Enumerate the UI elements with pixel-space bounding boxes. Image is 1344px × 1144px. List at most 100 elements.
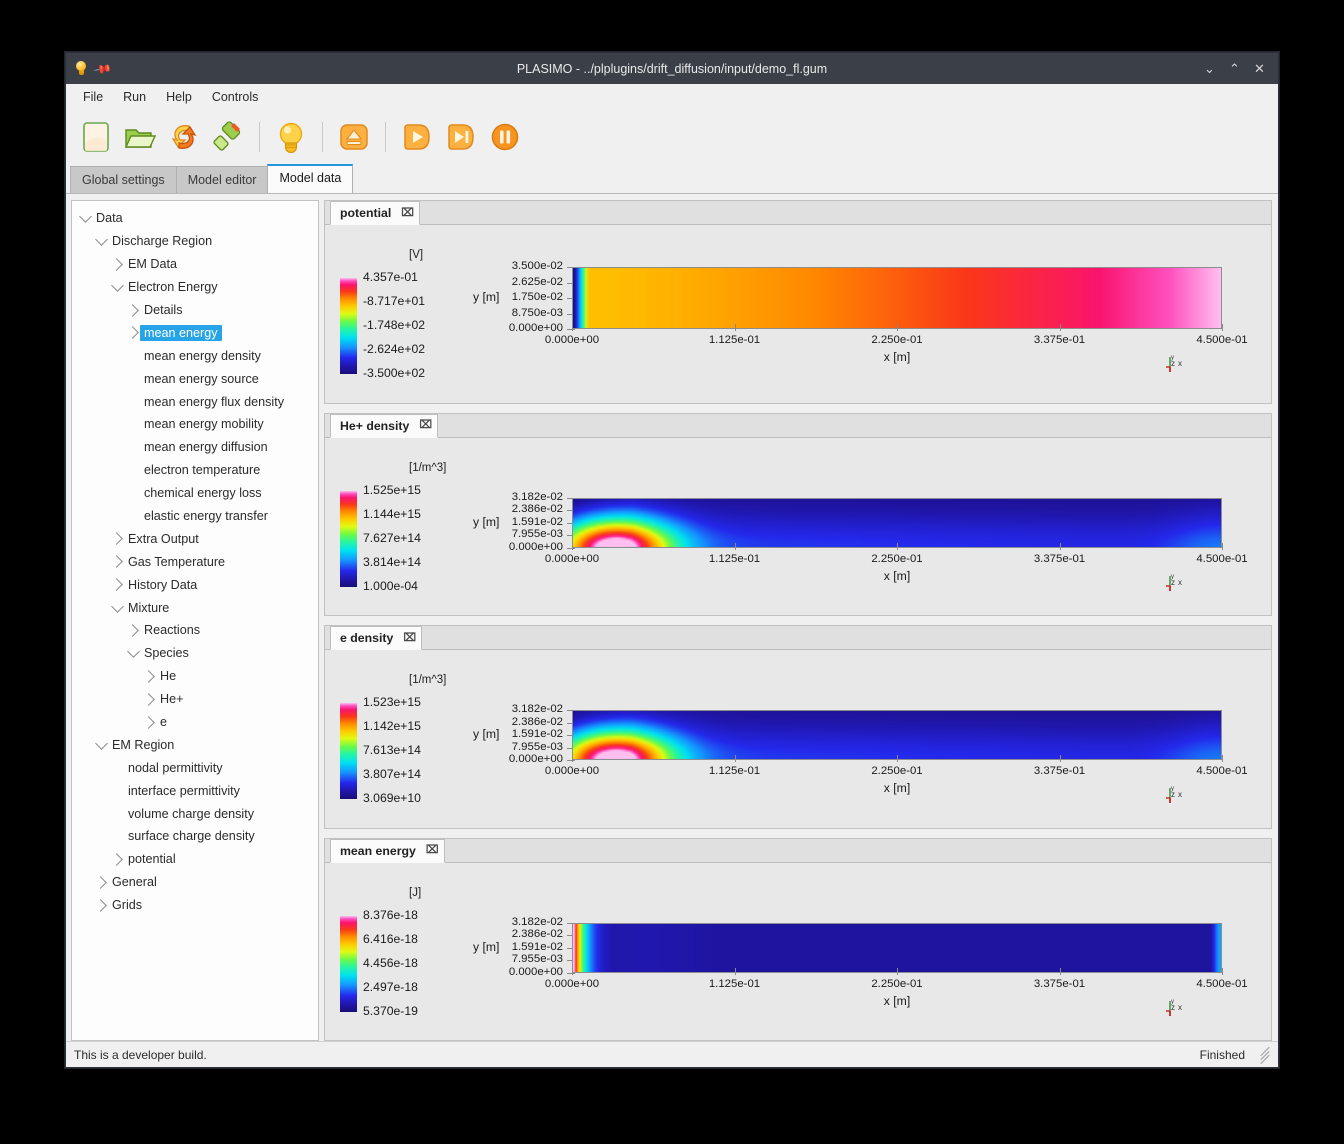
- tree-item-em-data[interactable]: EM Data: [72, 253, 318, 276]
- plot-tab[interactable]: He+ density ⌧: [330, 413, 439, 438]
- heatmap-canvas: [573, 711, 1221, 759]
- chevron-right-icon[interactable]: [125, 326, 140, 340]
- tab-global-settings[interactable]: Global settings: [70, 166, 177, 193]
- x-tick-mark: [572, 967, 573, 975]
- tree-item-label: mean energy diffusion: [144, 440, 268, 455]
- chevron-glyph: [110, 599, 124, 613]
- chevron-down-icon[interactable]: [94, 737, 108, 751]
- tab-model-data[interactable]: Model data: [267, 164, 354, 193]
- step-icon[interactable]: [441, 116, 481, 158]
- chevron-glyph: [141, 692, 155, 706]
- chevron-right-icon[interactable]: [109, 578, 124, 592]
- y-tick-mark: [567, 547, 575, 549]
- tree-item-reactions[interactable]: Reactions: [72, 619, 318, 642]
- status-message: This is a developer build.: [74, 1047, 207, 1062]
- minimize-button[interactable]: ⌄: [1203, 62, 1216, 75]
- content-split: Data Discharge Region EM Data Electron Ener…: [66, 194, 1278, 1041]
- plot-tab[interactable]: e density ⌧: [330, 626, 423, 650]
- chevron-right-icon[interactable]: [93, 875, 108, 889]
- chevron-down-icon[interactable]: [126, 645, 140, 659]
- new-file-icon[interactable]: [76, 116, 116, 158]
- resize-grip-icon[interactable]: [1259, 1046, 1272, 1065]
- tree-item-species[interactable]: Species: [72, 642, 318, 665]
- close-button[interactable]: ✕: [1253, 62, 1266, 75]
- chevron-down-icon[interactable]: [78, 210, 92, 224]
- plot-tab[interactable]: potential ⌧: [330, 201, 421, 225]
- tree-item-mixture[interactable]: Mixture: [72, 596, 318, 619]
- chevron-right-icon[interactable]: [125, 624, 140, 637]
- close-tab-icon[interactable]: ⌧: [401, 207, 414, 219]
- tree-item-label: Extra Output: [128, 531, 199, 546]
- tree-item-em-region[interactable]: EM Region: [72, 733, 318, 756]
- heatmap-image[interactable]: [572, 710, 1222, 760]
- reload-icon[interactable]: [164, 116, 204, 158]
- tree-item-discharge-region[interactable]: Discharge Region: [72, 230, 318, 253]
- heatmap-image[interactable]: [572, 267, 1222, 329]
- colorbar-tick-label: 7.627e+14: [363, 530, 421, 545]
- tab-model-editor[interactable]: Model editor: [175, 166, 269, 193]
- close-tab-icon[interactable]: ⌧: [403, 632, 416, 644]
- plot-tab[interactable]: mean energy ⌧: [330, 838, 445, 863]
- chevron-right-icon[interactable]: [109, 257, 124, 271]
- menu-help[interactable]: Help: [157, 86, 201, 108]
- tree-item-general[interactable]: General: [72, 871, 318, 894]
- chevron-down-icon[interactable]: [110, 599, 124, 614]
- tree-item-gas-temperature[interactable]: Gas Temperature: [72, 550, 318, 573]
- chevron-right-icon[interactable]: [141, 669, 156, 683]
- menu-run[interactable]: Run: [114, 86, 155, 108]
- tree-item-mean-energy-mobility[interactable]: mean energy mobility: [72, 413, 318, 436]
- tree-item-label: Data: [96, 211, 123, 226]
- tree-item-extra-output[interactable]: Extra Output: [72, 527, 318, 550]
- menu-controls[interactable]: Controls: [203, 86, 268, 108]
- tree-item-e[interactable]: e: [72, 711, 318, 734]
- tree-item-mean-energy-flux-density[interactable]: mean energy flux density: [72, 390, 318, 413]
- tree-item-mean-energy-source[interactable]: mean energy source: [72, 367, 318, 390]
- chevron-down-icon[interactable]: [110, 279, 124, 293]
- tree-item-mean-energy-diffusion[interactable]: mean energy diffusion: [72, 436, 318, 459]
- maximize-button[interactable]: ⌃: [1228, 62, 1241, 75]
- tree-item-potential[interactable]: potential: [72, 848, 318, 871]
- tree-item-elastic-energy-transfer[interactable]: elastic energy transfer: [72, 505, 318, 528]
- tree-item-he[interactable]: He: [72, 665, 318, 688]
- eject-icon[interactable]: [334, 116, 374, 158]
- tree-item-surface-charge-density[interactable]: surface charge density: [72, 825, 318, 848]
- tree-item-data[interactable]: Data: [72, 207, 318, 230]
- y-tick-label: 1.750e-02: [511, 291, 563, 303]
- tree-item-chemical-energy-loss[interactable]: chemical energy loss: [72, 482, 318, 505]
- tree-item-mean-energy-density[interactable]: mean energy density: [72, 344, 318, 367]
- x-tick-mark: [1222, 967, 1223, 975]
- chevron-right-icon[interactable]: [109, 532, 124, 546]
- chevron-right-icon[interactable]: [109, 555, 124, 569]
- tree-item-grids[interactable]: Grids: [72, 894, 318, 917]
- chevron-right-icon[interactable]: [109, 853, 124, 866]
- y-tick-label: 0.000e+00: [508, 322, 563, 334]
- heatmap-image[interactable]: [572, 497, 1222, 548]
- tree-item-details[interactable]: Details: [72, 299, 318, 322]
- open-folder-icon[interactable]: [120, 116, 160, 158]
- chevron-down-icon[interactable]: [94, 233, 108, 247]
- colorbar-tick-label: 4.456e-18: [363, 955, 418, 970]
- lightbulb-icon[interactable]: [271, 116, 311, 158]
- tree-item-electron-energy[interactable]: Electron Energy: [72, 276, 318, 299]
- tree-item-history-data[interactable]: History Data: [72, 573, 318, 596]
- chevron-right-icon[interactable]: [141, 715, 156, 729]
- tree-item-interface-permittivity[interactable]: interface permittivity: [72, 779, 318, 802]
- y-axis-label: y [m]: [473, 727, 500, 741]
- tree-item-mean-energy[interactable]: mean energy: [72, 321, 318, 344]
- play-icon[interactable]: [397, 116, 437, 158]
- chevron-right-icon[interactable]: [141, 692, 156, 706]
- tree-item-volume-charge-density[interactable]: volume charge density: [72, 802, 318, 825]
- heatmap-image[interactable]: [572, 922, 1222, 973]
- menu-file[interactable]: File: [74, 86, 112, 108]
- data-tree[interactable]: Data Discharge Region EM Data Electron Ener…: [71, 200, 319, 1041]
- pin-icon[interactable]: 📌: [92, 58, 112, 78]
- tree-item-electron-temperature[interactable]: electron temperature: [72, 459, 318, 482]
- tree-item-nodal-permittivity[interactable]: nodal permittivity: [72, 756, 318, 779]
- chevron-right-icon[interactable]: [125, 303, 140, 317]
- highlighter-icon[interactable]: [208, 116, 248, 158]
- close-tab-icon[interactable]: ⌧: [426, 845, 439, 856]
- tree-item-he-[interactable]: He+: [72, 688, 318, 711]
- pause-icon[interactable]: [485, 116, 525, 158]
- chevron-right-icon[interactable]: [93, 898, 108, 912]
- close-tab-icon[interactable]: ⌧: [419, 420, 432, 431]
